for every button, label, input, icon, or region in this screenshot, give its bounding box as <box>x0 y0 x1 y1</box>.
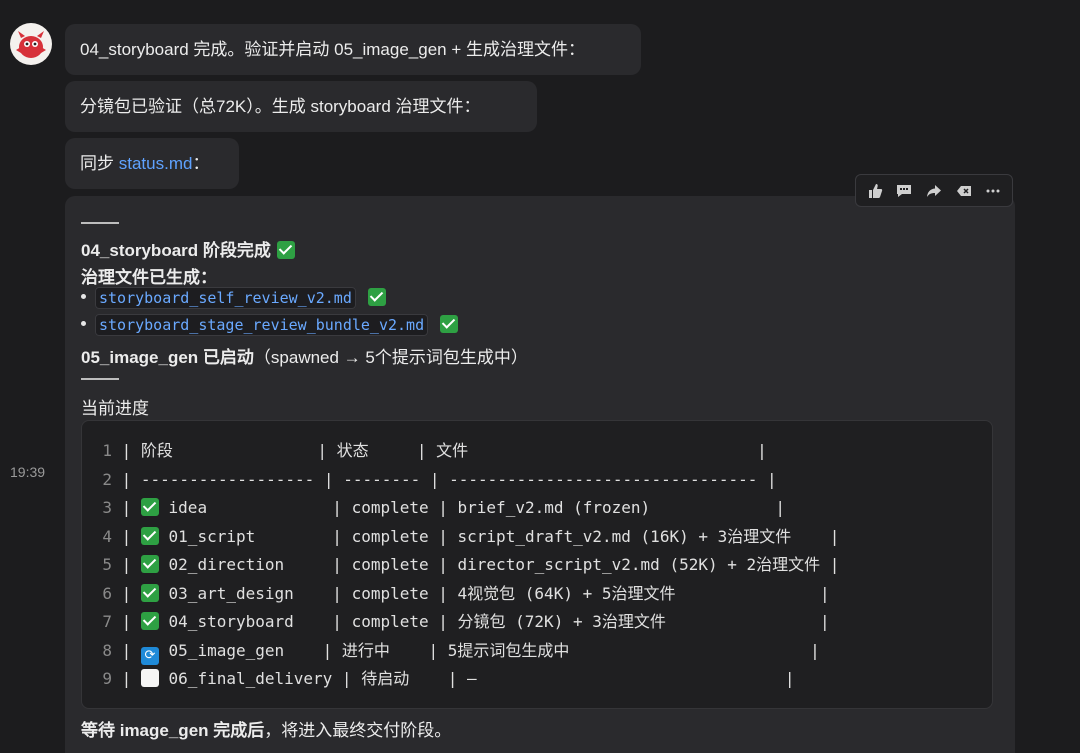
progress-code-block: 1 | 阶段 | 状态 | 文件 | 2 | -----------------… <box>81 420 993 709</box>
message-bubble: 04_storyboard 完成。验证并启动 05_image_gen + 生成… <box>65 24 641 75</box>
row-text: 03_art_design | complete | 4视觉包 (64K) + … <box>158 584 830 603</box>
stage-heading: 04_storyboard 阶段完成 <box>81 236 295 261</box>
check-box-icon <box>140 498 159 516</box>
table-row: 7 | 04_storyboard | complete | 分镜包 (72K)… <box>98 612 830 632</box>
check-box-icon <box>140 527 159 545</box>
check-box-icon <box>140 555 159 573</box>
status-md-link[interactable]: status.md <box>119 154 193 173</box>
image-gen-status: 05_image_gen 已启动（spawned → 5个提示词包生成中） <box>81 343 528 368</box>
footer-note: 等待 image_gen 完成后，将进入最终交付阶段。 <box>81 716 451 741</box>
row-text: 05_image_gen | 进行中 | 5提示词包生成中 | <box>158 641 820 660</box>
message-timestamp: 19:39 <box>10 464 46 480</box>
stage-heading-text: 04_storyboard 阶段完成 <box>81 241 271 260</box>
assistant-message-card: 04_storyboard 阶段完成 治理文件已生成： storyboard_s… <box>65 196 1015 753</box>
table-row: 2 | ------------------ | -------- | ----… <box>98 470 777 490</box>
row-text: | ------------------ | -------- | ------… <box>112 470 777 489</box>
file-list-item: storyboard_self_review_v2.md <box>81 287 386 309</box>
row-text: 02_direction | complete | director_scrip… <box>158 555 840 574</box>
check-icon <box>440 315 459 333</box>
row-text: 01_script | complete | script_draft_v2.m… <box>158 527 840 546</box>
row-text: | <box>112 527 141 546</box>
image-gen-bold: 05_image_gen 已启动 <box>81 348 254 367</box>
line-number: 5 <box>102 555 112 574</box>
row-text: | 阶段 | 状态 | 文件 | <box>112 441 767 460</box>
line-number: 6 <box>102 584 112 603</box>
footer-bold: 等待 image_gen 完成后 <box>81 721 265 740</box>
more-icon[interactable] <box>981 179 1005 203</box>
line-number: 4 <box>102 527 112 546</box>
row-text: 06_final_delivery | 待启动 | — | <box>158 669 795 688</box>
message-bubble: 同步 status.md： <box>65 138 239 189</box>
backspace-icon[interactable] <box>952 179 976 203</box>
row-text: | <box>112 669 141 688</box>
row-text: | <box>112 612 141 631</box>
table-row: 4 | 01_script | complete | script_draft_… <box>98 527 839 547</box>
message-text: 04_storyboard 完成。验证并启动 05_image_gen + 生成… <box>80 40 585 59</box>
row-text: | <box>112 584 141 603</box>
table-row: 6 | 03_art_design | complete | 4视觉包 (64K… <box>98 584 830 604</box>
line-number: 7 <box>102 612 112 631</box>
row-text: | <box>112 641 141 660</box>
line-number: 2 <box>102 470 112 489</box>
check-icon <box>276 241 295 259</box>
message-prefix: 同步 <box>80 154 119 173</box>
progress-label: 当前进度 <box>81 399 149 418</box>
table-row: 3 | idea | complete | brief_v2.md (froze… <box>98 498 785 518</box>
files-title: 治理文件已生成： <box>81 268 217 287</box>
divider <box>81 222 119 224</box>
line-number: 9 <box>102 669 112 688</box>
line-number: 3 <box>102 498 112 517</box>
thumbs-up-icon[interactable] <box>863 179 887 203</box>
table-row: 5 | 02_direction | complete | director_s… <box>98 555 839 575</box>
row-text: | <box>112 555 141 574</box>
refresh-icon: ⟳ <box>140 647 159 665</box>
bullet <box>81 321 86 326</box>
share-icon[interactable] <box>922 179 946 203</box>
empty-box-icon <box>140 669 159 687</box>
check-box-icon <box>140 584 159 602</box>
bullet <box>81 294 86 299</box>
check-box-icon <box>140 612 159 630</box>
comment-icon[interactable] <box>892 179 916 203</box>
check-icon <box>367 288 386 306</box>
divider <box>81 378 119 380</box>
table-row: 9 | 06_final_delivery | 待启动 | — | <box>98 669 795 689</box>
message-text: 分镜包已验证（总72K）。生成 storyboard 治理文件： <box>80 97 481 116</box>
image-gen-rest: （spawned → 5个提示词包生成中） <box>253 348 528 367</box>
footer-rest: ，将进入最终交付阶段。 <box>264 721 452 740</box>
table-row: 1 | 阶段 | 状态 | 文件 | <box>98 441 767 461</box>
file-list-item: storyboard_stage_review_bundle_v2.md <box>81 314 459 336</box>
line-number: 1 <box>102 441 112 460</box>
row-text: idea | complete | brief_v2.md (frozen) | <box>158 498 786 517</box>
line-number: 8 <box>102 641 112 660</box>
message-actions-toolbar <box>855 174 1013 207</box>
message-suffix: ： <box>192 154 210 173</box>
message-bubble: 分镜包已验证（总72K）。生成 storyboard 治理文件： <box>65 81 537 132</box>
row-text: | <box>112 498 141 517</box>
row-text: 04_storyboard | complete | 分镜包 (72K) + 3… <box>158 612 830 631</box>
file-link[interactable]: storyboard_self_review_v2.md <box>95 287 356 309</box>
table-row: 8 | ⟳ 05_image_gen | 进行中 | 5提示词包生成中 | <box>98 641 820 665</box>
file-link[interactable]: storyboard_stage_review_bundle_v2.md <box>95 314 429 336</box>
avatar <box>10 23 52 65</box>
